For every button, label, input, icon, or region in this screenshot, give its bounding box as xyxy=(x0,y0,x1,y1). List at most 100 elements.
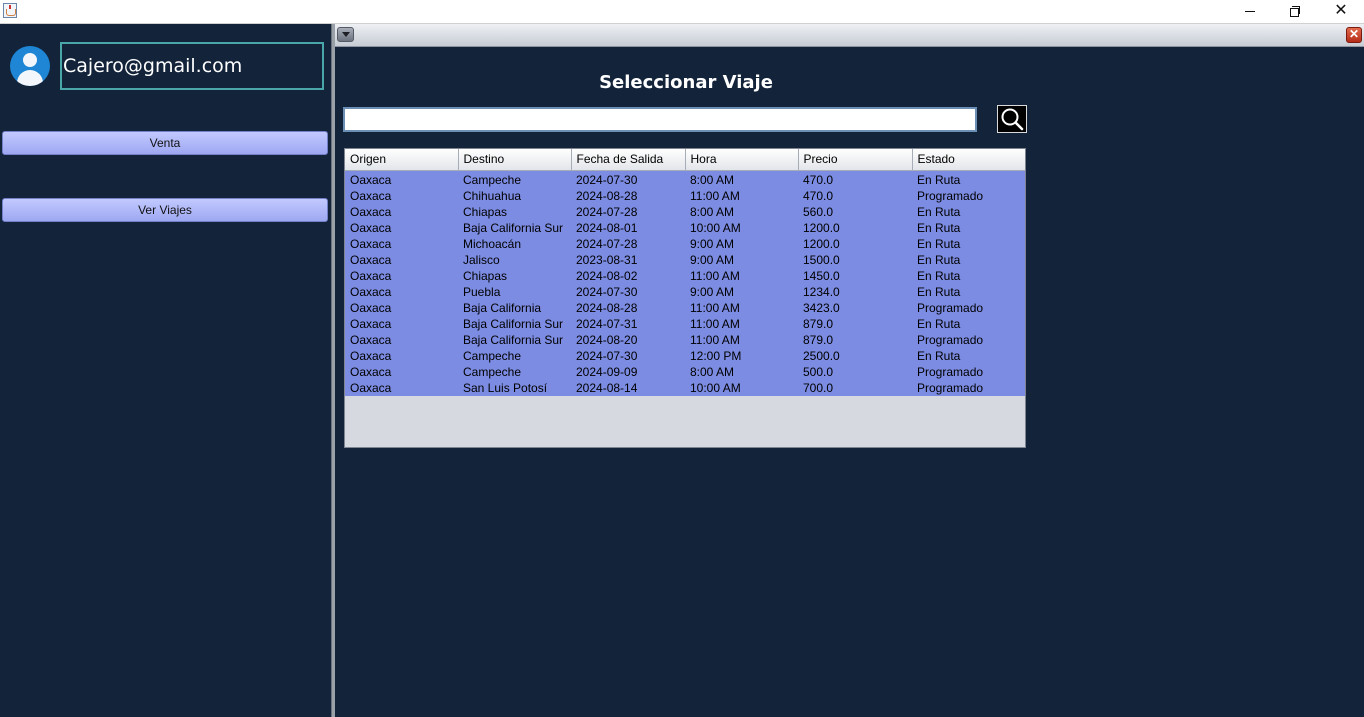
table-cell: Programado xyxy=(912,380,1025,396)
table-row[interactable]: Oaxaca Baja California Sur 2024-08-20 11:00… xyxy=(345,332,1025,348)
table-cell: 11:00 AM xyxy=(685,268,798,284)
ver-viajes-button[interactable]: Ver Viajes xyxy=(2,198,328,222)
close-icon: ✕ xyxy=(1334,2,1348,19)
table-cell: San Luis Potosí xyxy=(458,380,571,396)
java-cup-icon xyxy=(3,3,17,18)
table-cell: En Ruta xyxy=(912,252,1025,268)
table-cell: 2024-08-02 xyxy=(571,268,685,284)
table-cell: Michoacán xyxy=(458,236,571,252)
table-cell: Oaxaca xyxy=(345,188,458,204)
table-cell: 2024-08-20 xyxy=(571,332,685,348)
table-cell: 2023-08-31 xyxy=(571,252,685,268)
table-cell: 2500.0 xyxy=(798,348,912,364)
table-row[interactable]: Oaxaca Puebla 2024-07-30 9:00 AM 1234.0 En Ru… xyxy=(345,284,1025,300)
column-header-hora[interactable]: Hora xyxy=(685,149,799,171)
table-cell: 560.0 xyxy=(798,204,912,220)
table-cell: Baja California xyxy=(458,300,571,316)
table-cell: 2024-07-28 xyxy=(571,236,685,252)
table-row[interactable]: Oaxaca Jalisco 2023-08-31 9:00 AM 1500.0 En R… xyxy=(345,252,1025,268)
column-header-origen[interactable]: Origen xyxy=(345,149,459,171)
table-cell: 2024-07-30 xyxy=(571,172,685,188)
maximize-button[interactable] xyxy=(1272,0,1318,22)
table-cell: 11:00 AM xyxy=(685,316,798,332)
table-row[interactable]: Oaxaca Chihuahua 2024-08-28 11:00 AM 470.0 Pr… xyxy=(345,188,1025,204)
table-cell: En Ruta xyxy=(912,220,1025,236)
column-header-fecha-de-salida[interactable]: Fecha de Salida xyxy=(571,149,686,171)
table-cell: 9:00 AM xyxy=(685,236,798,252)
trips-table[interactable]: Origen Destino Fecha de Salida Hora Precio Es… xyxy=(344,148,1026,448)
table-cell: En Ruta xyxy=(912,172,1025,188)
window-title-bar: ✕ xyxy=(0,0,1364,24)
search-button[interactable] xyxy=(997,105,1027,133)
table-row[interactable]: Oaxaca San Luis Potosí 2024-08-14 10:00 AM 7… xyxy=(345,380,1025,396)
table-cell: Chihuahua xyxy=(458,188,571,204)
table-row[interactable]: Oaxaca Campeche 2024-07-30 12:00 PM 2500.0 En… xyxy=(345,348,1025,364)
table-row[interactable]: Oaxaca Campeche 2024-09-09 8:00 AM 500.0 Prog… xyxy=(345,364,1025,380)
table-cell: 2024-08-14 xyxy=(571,380,685,396)
table-cell: Campeche xyxy=(458,172,571,188)
chevron-down-icon[interactable] xyxy=(337,27,354,42)
table-cell: 879.0 xyxy=(798,332,912,348)
table-cell: 11:00 AM xyxy=(685,188,798,204)
column-header-precio[interactable]: Precio xyxy=(798,149,913,171)
table-row[interactable]: Oaxaca Baja California Sur 2024-07-31 11:00… xyxy=(345,316,1025,332)
table-row[interactable]: Oaxaca Baja California Sur 2024-08-01 10:00… xyxy=(345,220,1025,236)
table-cell: En Ruta xyxy=(912,348,1025,364)
table-cell: Oaxaca xyxy=(345,332,458,348)
table-row[interactable]: Oaxaca Chiapas 2024-07-28 8:00 AM 560.0 En Ru… xyxy=(345,204,1025,220)
table-cell: Oaxaca xyxy=(345,380,458,396)
table-cell: 700.0 xyxy=(798,380,912,396)
sidebar: Cajero@gmail.com Venta Ver Viajes xyxy=(0,24,331,717)
table-header: Origen Destino Fecha de Salida Hora Precio Es… xyxy=(345,149,1025,171)
table-cell: 2024-07-28 xyxy=(571,204,685,220)
user-email-label: Cajero@gmail.com xyxy=(60,42,324,90)
table-cell: 2024-08-28 xyxy=(571,300,685,316)
table-row[interactable]: Oaxaca Baja California 2024-08-28 11:00 AM 3… xyxy=(345,300,1025,316)
table-cell: Chiapas xyxy=(458,268,571,284)
search-input[interactable] xyxy=(343,107,977,132)
table-cell: 1234.0 xyxy=(798,284,912,300)
table-cell: 500.0 xyxy=(798,364,912,380)
table-cell: En Ruta xyxy=(912,316,1025,332)
close-window-button[interactable]: ✕ xyxy=(1318,0,1364,22)
table-cell: Baja California Sur xyxy=(458,316,571,332)
table-cell: Oaxaca xyxy=(345,316,458,332)
table-cell: Chiapas xyxy=(458,204,571,220)
table-cell: Oaxaca xyxy=(345,284,458,300)
magnifier-icon xyxy=(1001,108,1024,131)
table-cell: 2024-08-01 xyxy=(571,220,685,236)
table-cell: Programado xyxy=(912,332,1025,348)
table-cell: Oaxaca xyxy=(345,220,458,236)
table-cell: 1200.0 xyxy=(798,236,912,252)
internal-frame-title-bar[interactable]: ✕ xyxy=(335,24,1364,47)
table-cell: Oaxaca xyxy=(345,364,458,380)
table-row[interactable]: Oaxaca Campeche 2024-07-30 8:00 AM 470.0 En R… xyxy=(345,172,1025,188)
table-cell: 879.0 xyxy=(798,316,912,332)
table-cell: 2024-07-30 xyxy=(571,348,685,364)
table-cell: 3423.0 xyxy=(798,300,912,316)
table-cell: 11:00 AM xyxy=(685,332,798,348)
table-cell: 470.0 xyxy=(798,188,912,204)
table-row[interactable]: Oaxaca Michoacán 2024-07-28 9:00 AM 1200.0 En… xyxy=(345,236,1025,252)
table-row[interactable]: Oaxaca Chiapas 2024-08-02 11:00 AM 1450.0 En … xyxy=(345,268,1025,284)
table-cell: 2024-07-30 xyxy=(571,284,685,300)
seleccionar-viaje-frame: Seleccionar Viaje Origen Destino Fecha de … xyxy=(335,47,1364,717)
table-cell: 8:00 AM xyxy=(685,204,798,220)
column-header-estado[interactable]: Estado xyxy=(912,149,1025,171)
table-cell: Puebla xyxy=(458,284,571,300)
user-avatar-icon xyxy=(10,46,50,86)
table-cell: Programado xyxy=(912,300,1025,316)
page-title: Seleccionar Viaje xyxy=(599,72,773,93)
table-cell: 1450.0 xyxy=(798,268,912,284)
table-cell: Jalisco xyxy=(458,252,571,268)
minimize-button[interactable] xyxy=(1227,0,1273,22)
table-cell: 9:00 AM xyxy=(685,252,798,268)
table-cell: Baja California Sur xyxy=(458,220,571,236)
table-cell: 2024-08-28 xyxy=(571,188,685,204)
close-icon[interactable]: ✕ xyxy=(1346,27,1362,43)
venta-button[interactable]: Venta xyxy=(2,131,328,155)
table-cell: 8:00 AM xyxy=(685,364,798,380)
table-cell: Oaxaca xyxy=(345,252,458,268)
table-cell: 11:00 AM xyxy=(685,300,798,316)
column-header-destino[interactable]: Destino xyxy=(458,149,572,171)
